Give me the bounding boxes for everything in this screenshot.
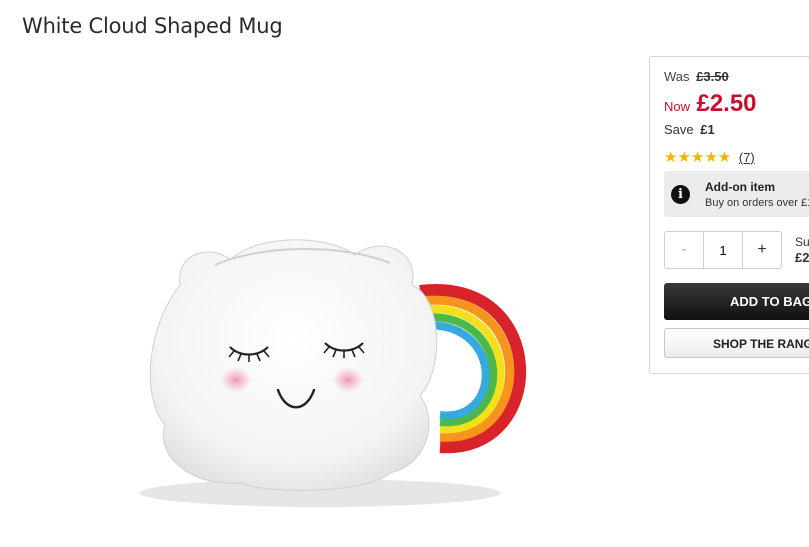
save-label: Save [664, 122, 694, 137]
save-row: Save £1 [664, 122, 715, 137]
rating-row: ★★★★★ (7) [664, 148, 755, 166]
quantity-stepper: - + [664, 231, 782, 269]
star-rating-icon: ★★★★★ [664, 149, 732, 166]
quantity-input[interactable] [703, 232, 743, 268]
save-amount: £1 [700, 122, 715, 137]
buy-box: Was £3.50 Now £2.50 Save £1 ★★★★★ (7) i … [649, 56, 809, 374]
subtotal-label: Su [795, 235, 809, 249]
was-price-row: Was £3.50 [664, 69, 729, 84]
shop-the-range-button[interactable]: SHOP THE RANGE [664, 328, 809, 358]
review-count-link[interactable]: (7) [739, 150, 755, 165]
now-price-row: Now £2.50 [664, 90, 757, 118]
decrease-quantity-button[interactable]: - [665, 232, 703, 268]
add-on-title: Add-on item [705, 180, 775, 194]
add-on-item-banner: i Add-on item Buy on orders over £1 [664, 171, 809, 217]
now-price: £2.50 [696, 90, 757, 117]
was-price: £3.50 [696, 69, 729, 84]
info-icon: i [671, 185, 690, 204]
increase-quantity-button[interactable]: + [743, 232, 781, 268]
add-on-subtitle: Buy on orders over £1 [705, 197, 809, 209]
product-image-mug [140, 239, 527, 507]
was-label: Was [664, 69, 690, 84]
now-label: Now [664, 99, 691, 114]
subtotal-value: £2 [795, 250, 809, 265]
subtotal: Su £2 [795, 235, 809, 265]
product-title: White Cloud Shaped Mug [22, 14, 283, 38]
add-to-bag-button[interactable]: ADD TO BAG [664, 283, 809, 320]
